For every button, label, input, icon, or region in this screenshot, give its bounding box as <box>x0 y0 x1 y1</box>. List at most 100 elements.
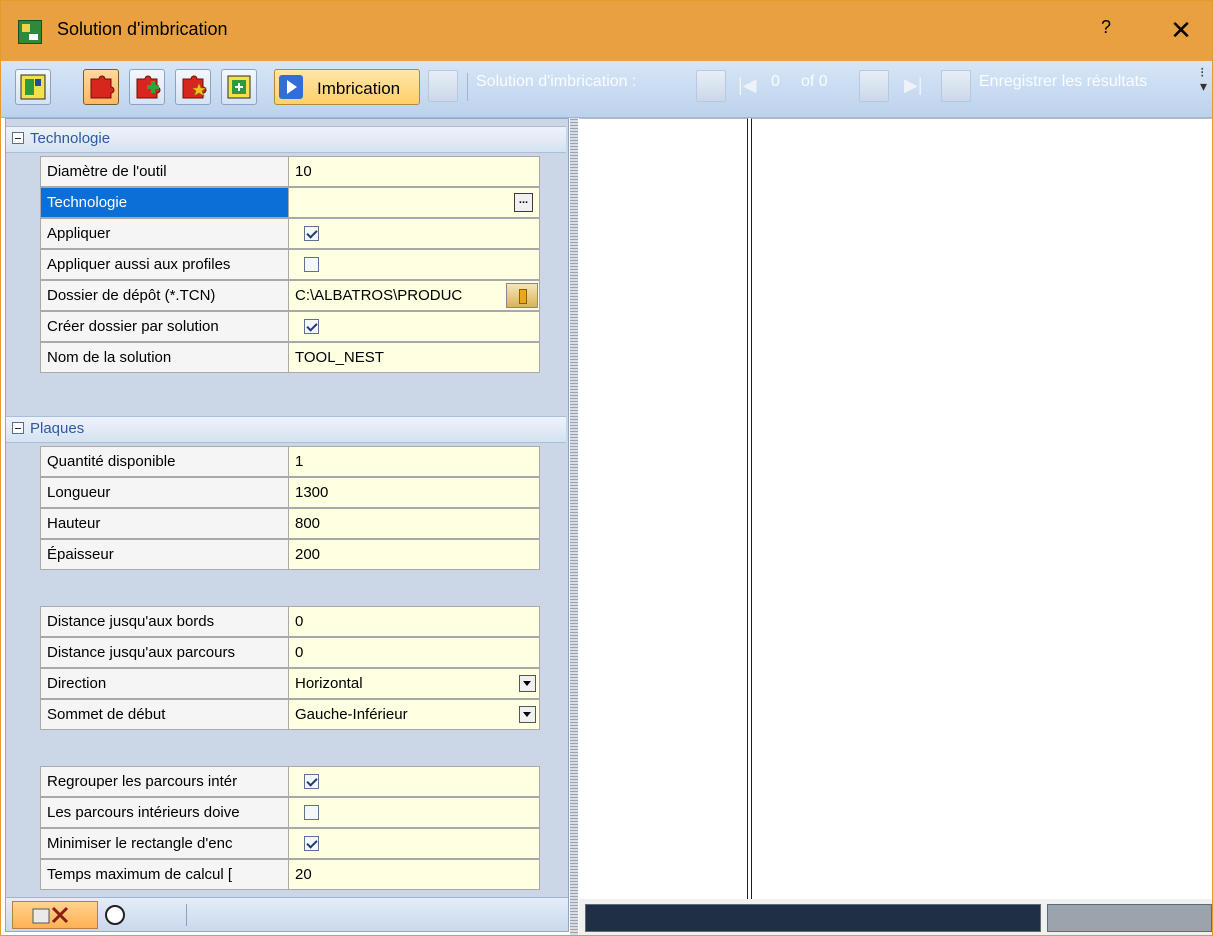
longueur-row: Longueur 1300 <box>40 477 540 508</box>
epaisseur-label: Épaisseur <box>40 539 289 570</box>
save-results-button[interactable]: Enregistrer les résultats <box>979 73 1147 91</box>
imbrication-label: Imbrication <box>317 79 401 98</box>
temps-maximum-label: Temps maximum de calcul [ <box>40 859 289 890</box>
regrouper-label: Regrouper les parcours intér <box>40 766 289 797</box>
technologie-group-label: Technologie <box>30 130 111 147</box>
plaques-group-header[interactable]: Plaques <box>6 416 566 443</box>
dossier-depot-row: Dossier de dépôt (*.TCN) C:\ALBATROS\PRO… <box>40 280 540 311</box>
tool-diameter-row: Diamètre de l'outil 10 <box>40 156 540 187</box>
next-solution-button[interactable] <box>859 70 889 102</box>
status-bar <box>579 899 1212 935</box>
technologie-group-header[interactable]: Technologie <box>6 126 566 153</box>
solution-label: Solution d'imbrication : <box>476 73 637 90</box>
puzzle-add-icon <box>136 75 161 99</box>
creer-dossier-cell <box>289 311 540 342</box>
chevron-down-icon[interactable] <box>519 675 536 692</box>
epaisseur-row: Épaisseur 200 <box>40 539 540 570</box>
toolbar-separator <box>467 73 468 101</box>
puzzle-star-icon <box>182 75 207 99</box>
parcours-interieurs-cell <box>289 797 540 828</box>
browse-folder-icon[interactable] <box>506 283 538 308</box>
nest-piece-button[interactable] <box>83 69 119 105</box>
property-panel: Technologie Diamètre de l'outil 10 Techn… <box>5 118 569 932</box>
longueur-label: Longueur <box>40 477 289 508</box>
toolbar: Imbrication Solution d'imbrication : |◀ … <box>1 61 1212 118</box>
solution-count: of 0 <box>801 73 828 90</box>
appliquer-profiles-cell <box>289 249 540 280</box>
nom-solution-row: Nom de la solution TOOL_NEST <box>40 342 540 373</box>
tab-tools[interactable] <box>12 901 98 929</box>
regrouper-row: Regrouper les parcours intér <box>40 766 540 797</box>
browse-technologie-button[interactable]: ... <box>514 193 533 212</box>
preview-pane[interactable] <box>751 118 1212 900</box>
creer-dossier-label: Créer dossier par solution <box>40 311 289 342</box>
add-piece-button[interactable] <box>129 69 165 105</box>
imbrication-button[interactable]: Imbrication <box>274 69 420 105</box>
nesting-app-icon <box>18 20 42 44</box>
previous-solution-button[interactable] <box>696 70 726 102</box>
dossier-depot-input[interactable]: C:\ALBATROS\PRODUC <box>289 280 540 311</box>
sommet-debut-label: Sommet de début <box>40 699 289 730</box>
status-button[interactable] <box>1047 904 1212 932</box>
collapse-icon[interactable] <box>12 422 24 434</box>
tool-diameter-input[interactable]: 10 <box>289 156 540 187</box>
hauteur-row: Hauteur 800 <box>40 508 540 539</box>
dossier-depot-label: Dossier de dépôt (*.TCN) <box>40 280 289 311</box>
distance-parcours-row: Distance jusqu'aux parcours 0 <box>40 637 540 668</box>
epaisseur-input[interactable]: 200 <box>289 539 540 570</box>
puzzle-red-icon <box>90 75 115 99</box>
piece-list-pane[interactable] <box>579 118 748 900</box>
minimiser-checkbox[interactable] <box>304 836 319 851</box>
appliquer-profiles-row: Appliquer aussi aux profiles <box>40 249 540 280</box>
nesting-solution-window: Solution d'imbrication ? ✕ Imbrication S… <box>0 0 1213 936</box>
temps-maximum-row: Temps maximum de calcul [ 20 <box>40 859 540 890</box>
minimiser-row: Minimiser le rectangle d'enc <box>40 828 540 859</box>
stop-icon[interactable] <box>428 70 458 102</box>
layout-button[interactable] <box>15 69 51 105</box>
panel-splitter[interactable] <box>570 118 578 935</box>
favorite-piece-button[interactable] <box>175 69 211 105</box>
appliquer-profiles-checkbox[interactable] <box>304 257 319 272</box>
chevron-down-icon[interactable] <box>519 706 536 723</box>
distance-parcours-label: Distance jusqu'aux parcours <box>40 637 289 668</box>
creer-dossier-checkbox[interactable] <box>304 319 319 334</box>
longueur-input[interactable]: 1300 <box>289 477 540 508</box>
plaques-group-label: Plaques <box>30 420 85 437</box>
direction-label: Direction <box>40 668 289 699</box>
appliquer-checkbox[interactable] <box>304 226 319 241</box>
first-arrow-icon[interactable]: |◀ <box>738 75 757 96</box>
last-arrow-icon[interactable]: ▶| <box>904 75 923 96</box>
regrouper-cell <box>289 766 540 797</box>
direction-select[interactable]: Horizontal <box>289 668 540 699</box>
hauteur-input[interactable]: 800 <box>289 508 540 539</box>
tab-separator <box>186 904 187 926</box>
quantite-input[interactable]: 1 <box>289 446 540 477</box>
sommet-debut-row: Sommet de début Gauche-Inférieur <box>40 699 540 730</box>
collapse-icon[interactable] <box>12 132 24 144</box>
nom-solution-input[interactable]: TOOL_NEST <box>289 342 540 373</box>
progress-area <box>585 904 1041 932</box>
parcours-interieurs-row: Les parcours intérieurs doive <box>40 797 540 828</box>
distance-bords-row: Distance jusqu'aux bords 0 <box>40 606 540 637</box>
save-results-icon[interactable] <box>941 70 971 102</box>
direction-row: Direction Horizontal <box>40 668 540 699</box>
regrouper-checkbox[interactable] <box>304 774 319 789</box>
import-button[interactable] <box>221 69 257 105</box>
distance-parcours-input[interactable]: 0 <box>289 637 540 668</box>
technologie-label[interactable]: Technologie <box>40 187 289 218</box>
appliquer-label: Appliquer <box>40 218 289 249</box>
solution-index: 0 <box>771 73 780 90</box>
circle-icon[interactable] <box>105 905 125 925</box>
parcours-interieurs-checkbox[interactable] <box>304 805 319 820</box>
tools-icon <box>32 906 69 924</box>
help-button[interactable]: ? <box>1091 17 1121 45</box>
distance-bords-input[interactable]: 0 <box>289 606 540 637</box>
close-button[interactable]: ✕ <box>1161 13 1201 47</box>
sommet-debut-select[interactable]: Gauche-Inférieur <box>289 699 540 730</box>
title-bar: Solution d'imbrication ? ✕ <box>1 1 1212 61</box>
technologie-input[interactable] <box>289 187 540 218</box>
layout-icon <box>20 74 46 100</box>
temps-maximum-input[interactable]: 20 <box>289 859 540 890</box>
play-icon <box>279 75 303 99</box>
toolbar-overflow-icon[interactable]: ⁝ ▾ <box>1200 65 1207 93</box>
